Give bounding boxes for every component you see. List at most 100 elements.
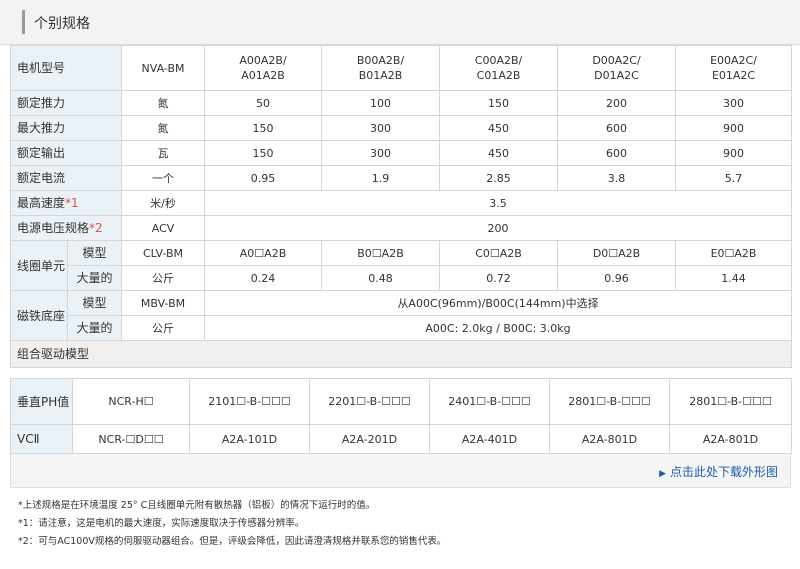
motor-model-label: 电机型号 (9, 45, 123, 91)
table-cell: 450 (439, 140, 559, 166)
combo-row-code: NCR-H☐ (72, 378, 190, 425)
table-cell: 900 (675, 140, 793, 166)
table-cell: 0.96 (557, 265, 677, 291)
model-cell-3: C00A2B/C01A2B (439, 45, 559, 91)
max-speed-value: 3.5 (204, 190, 793, 216)
magnet-mass-value: A00C: 2.0kg / B00C: 3.0kg (204, 315, 793, 341)
model-line: A01A2B (241, 69, 285, 82)
table-cell: 300 (321, 140, 441, 166)
table-cell: 0.24 (204, 265, 323, 291)
table-cell: A2A-201D (309, 424, 430, 454)
download-bar: ▶ 点击此处下载外形图 (10, 454, 791, 488)
download-link-text: 点击此处下载外形图 (669, 465, 778, 479)
table-row: VCⅡ NCR-☐D☐☐ A2A-101D A2A-201D A2A-401D … (10, 424, 792, 454)
spec-table: 电机型号 NVA-BM A00A2B/A01A2B B00A2B/B01A2B … (9, 45, 793, 368)
footnote: *2：可与AC100V规格的伺服驱动器组合。但是，评级会降低，因此请澄清规格并联… (18, 536, 447, 547)
table-cell: A2A-401D (429, 424, 550, 454)
table-cell: D0☐A2B (557, 240, 677, 266)
row-unit: 瓦 (121, 140, 206, 166)
table-row: 最大推力 氮 150 300 450 600 900 (9, 115, 793, 141)
table-cell: C0☐A2B (439, 240, 559, 266)
model-cell-5: E00A2C/E01A2C (675, 45, 793, 91)
footnote-ref: *2 (89, 220, 103, 235)
table-cell: 0.48 (321, 265, 441, 291)
coil-unit-label: 线圈单元 (10, 240, 68, 291)
magnet-base-label: 磁铁底座 (10, 290, 68, 341)
model-line: E00A2C/ (710, 54, 757, 67)
table-cell: 600 (557, 115, 677, 141)
row-label: 额定输出 (9, 140, 123, 166)
table-row: 大量的 公斤 A00C: 2.0kg / B00C: 3.0kg (11, 315, 793, 341)
section-header: 个别规格 (0, 0, 800, 45)
row-label: 最大推力 (9, 115, 123, 141)
combo-table: 垂直PH值 NCR-H☐ 2101☐-B-☐☐☐ 2201☐-B-☐☐☐ 240… (10, 378, 792, 454)
model-line: C01A2B (476, 69, 521, 82)
model-cell-2: B00A2B/B01A2B (321, 45, 441, 91)
row-label: 电源电压规格 (17, 220, 90, 235)
combo-section-title: 组合驱动模型 (9, 340, 793, 368)
table-row: 额定输出 瓦 150 300 450 600 900 (9, 140, 793, 166)
table-row: 磁铁底座 模型 MBV-BM 从A00C(96mm)/B00C(144mm)中选… (10, 290, 793, 341)
motor-series: NVA-BM (121, 45, 206, 91)
row-unit: 一个 (121, 165, 206, 191)
table-cell: A2A-801D (669, 424, 792, 454)
row-unit: ACV (121, 215, 206, 241)
row-label: 额定电流 (9, 165, 123, 191)
table-row: 垂直PH值 NCR-H☐ 2101☐-B-☐☐☐ 2201☐-B-☐☐☐ 240… (10, 378, 792, 425)
table-cell: 300 (675, 90, 793, 116)
header-accent-bar (22, 10, 25, 34)
coil-model-code: CLV-BM (121, 240, 206, 266)
table-cell: 2801☐-B-☐☐☐ (669, 378, 792, 425)
magnet-model-code: MBV-BM (121, 290, 206, 316)
table-cell: A2A-101D (189, 424, 310, 454)
combo-row-code: NCR-☐D☐☐ (72, 424, 190, 454)
model-line: C00A2B/ (474, 54, 523, 67)
table-cell: 450 (439, 115, 559, 141)
combo-row-label: 垂直PH值 (10, 378, 73, 425)
table-row: 额定推力 氮 50 100 150 200 300 (9, 90, 793, 116)
table-cell: 0.95 (204, 165, 323, 191)
model-line: A00A2B/ (239, 54, 287, 67)
footnotes: *上述规格是在环境温度 25° C且线圈单元附有散热器（铝板）的情况下运行时的值… (18, 497, 446, 551)
magnet-model-label: 模型 (66, 290, 123, 316)
table-cell: A0☐A2B (204, 240, 323, 266)
download-drawing-link[interactable]: ▶ 点击此处下载外形图 (659, 463, 778, 480)
voltage-label: 电源电压规格*2 (9, 215, 123, 241)
table-cell: 1.9 (321, 165, 441, 191)
table-cell: 300 (321, 115, 441, 141)
table-row: 电机型号 NVA-BM A00A2B/A01A2B B00A2B/B01A2B … (9, 45, 793, 91)
table-cell: 150 (439, 90, 559, 116)
table-cell: 0.72 (439, 265, 559, 291)
max-speed-label: 最高速度*1 (9, 190, 123, 216)
model-line: B00A2B/ (356, 54, 405, 67)
magnet-mass-unit: 公斤 (121, 315, 206, 341)
table-cell: 200 (557, 90, 677, 116)
model-line: E01A2C (711, 69, 756, 82)
table-row: 额定电流 一个 0.95 1.9 2.85 3.8 5.7 (9, 165, 793, 191)
table-cell: 1.44 (675, 265, 793, 291)
footnote-ref: *1 (65, 195, 79, 210)
model-cell-4: D00A2C/D01A2C (557, 45, 677, 91)
model-line: D01A2C (594, 69, 639, 82)
row-label: 额定推力 (9, 90, 123, 116)
footnote: *上述规格是在环境温度 25° C且线圈单元附有散热器（铝板）的情况下运行时的值… (18, 500, 376, 511)
spec-page: 个别规格 电机型号 NVA-BM A00A2B/A01A2B B00A2B/B0… (0, 0, 800, 569)
model-line: D00A2C/ (592, 54, 641, 67)
footnote: *1：请注意，这是电机的最大速度，实际速度取决于传感器分辨率。 (18, 518, 305, 529)
table-cell: 2401☐-B-☐☐☐ (429, 378, 550, 425)
table-row: 电源电压规格*2 ACV 200 (9, 215, 793, 241)
table-cell: 2101☐-B-☐☐☐ (189, 378, 310, 425)
table-cell: 900 (675, 115, 793, 141)
table-cell: E0☐A2B (675, 240, 793, 266)
table-row: 组合驱动模型 (9, 340, 793, 368)
table-cell: 2.85 (439, 165, 559, 191)
table-cell: 150 (204, 115, 323, 141)
model-cell-1: A00A2B/A01A2B (204, 45, 323, 91)
table-cell: B0☐A2B (321, 240, 441, 266)
coil-mass-label: 大量的 (66, 265, 123, 291)
row-label: 最高速度 (17, 195, 66, 210)
table-cell: 600 (557, 140, 677, 166)
table-cell: 3.8 (557, 165, 677, 191)
table-cell: 100 (321, 90, 441, 116)
model-line: B01A2B (358, 69, 403, 82)
